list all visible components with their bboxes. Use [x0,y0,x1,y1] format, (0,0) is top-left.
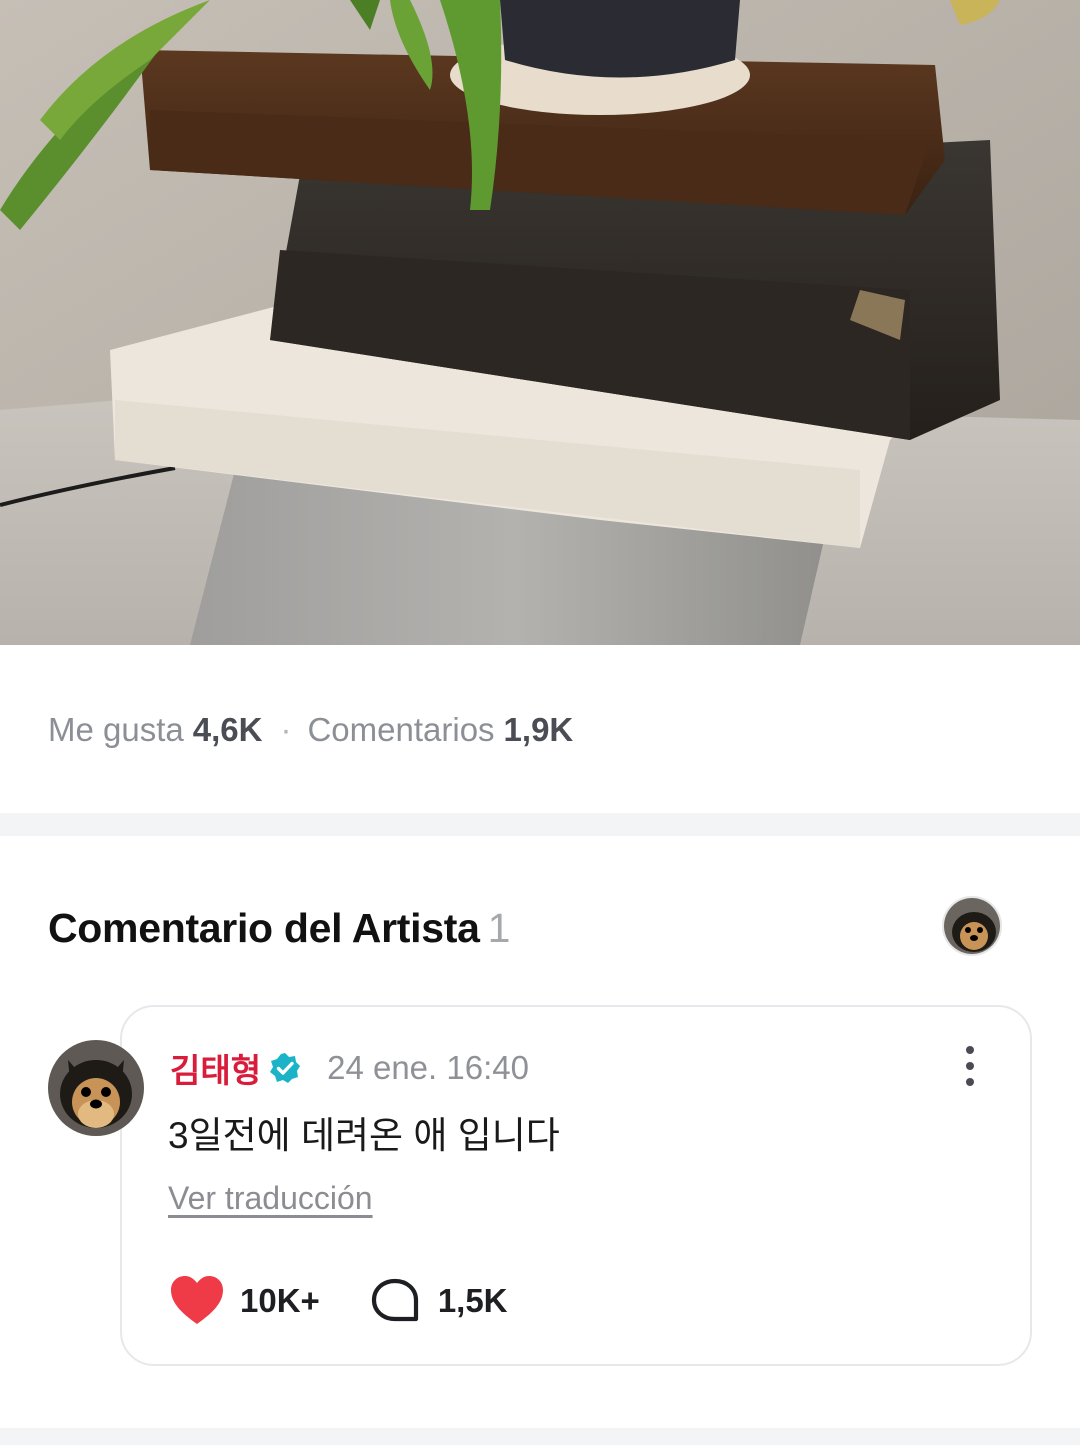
see-translation-link[interactable]: Ver traducción [168,1180,373,1217]
post-photo[interactable] [0,0,1080,645]
comment-author-avatar[interactable] [48,1040,144,1136]
plant-stand-illustration [0,0,1080,645]
verified-badge-icon [270,1053,301,1083]
comment-text: 3일전에 데려온 애 입니다 [168,1115,560,1156]
artist-comment-title: Comentario del Artista [48,905,480,951]
likes-count[interactable]: 4,6K [193,711,263,749]
reply-bubble-icon[interactable] [366,1272,424,1330]
comment-reply-count[interactable]: 1,5K [438,1282,508,1320]
artist-comment-count: 1 [487,905,511,951]
bottom-divider [0,1428,1080,1445]
comment-timestamp: 24 ene. 16:40 [327,1049,529,1086]
comment-author-row: 김태형 24 ene. 16:40 [170,1044,529,1092]
artist-comment-heading: Comentario del Artista 1 [48,905,510,952]
dog-avatar-icon [48,1040,144,1136]
dog-avatar-icon [944,898,1000,954]
section-divider [0,813,1080,836]
comment-author-name[interactable]: 김태형 [170,1044,261,1092]
comment-actions: 10K+ 1,5K [168,1272,508,1330]
comments-count[interactable]: 1,9K [504,711,574,749]
heart-icon[interactable] [168,1272,226,1330]
comment-like-count[interactable]: 10K+ [240,1282,320,1320]
likes-label: Me gusta [48,711,184,748]
comments-label: Comentarios [307,711,495,748]
post-stats: Me gusta 4,6K · Comentarios 1,9K [48,706,573,754]
stats-separator: · [280,711,292,748]
more-options-icon[interactable] [960,1046,980,1086]
artist-avatar[interactable] [942,896,1002,956]
